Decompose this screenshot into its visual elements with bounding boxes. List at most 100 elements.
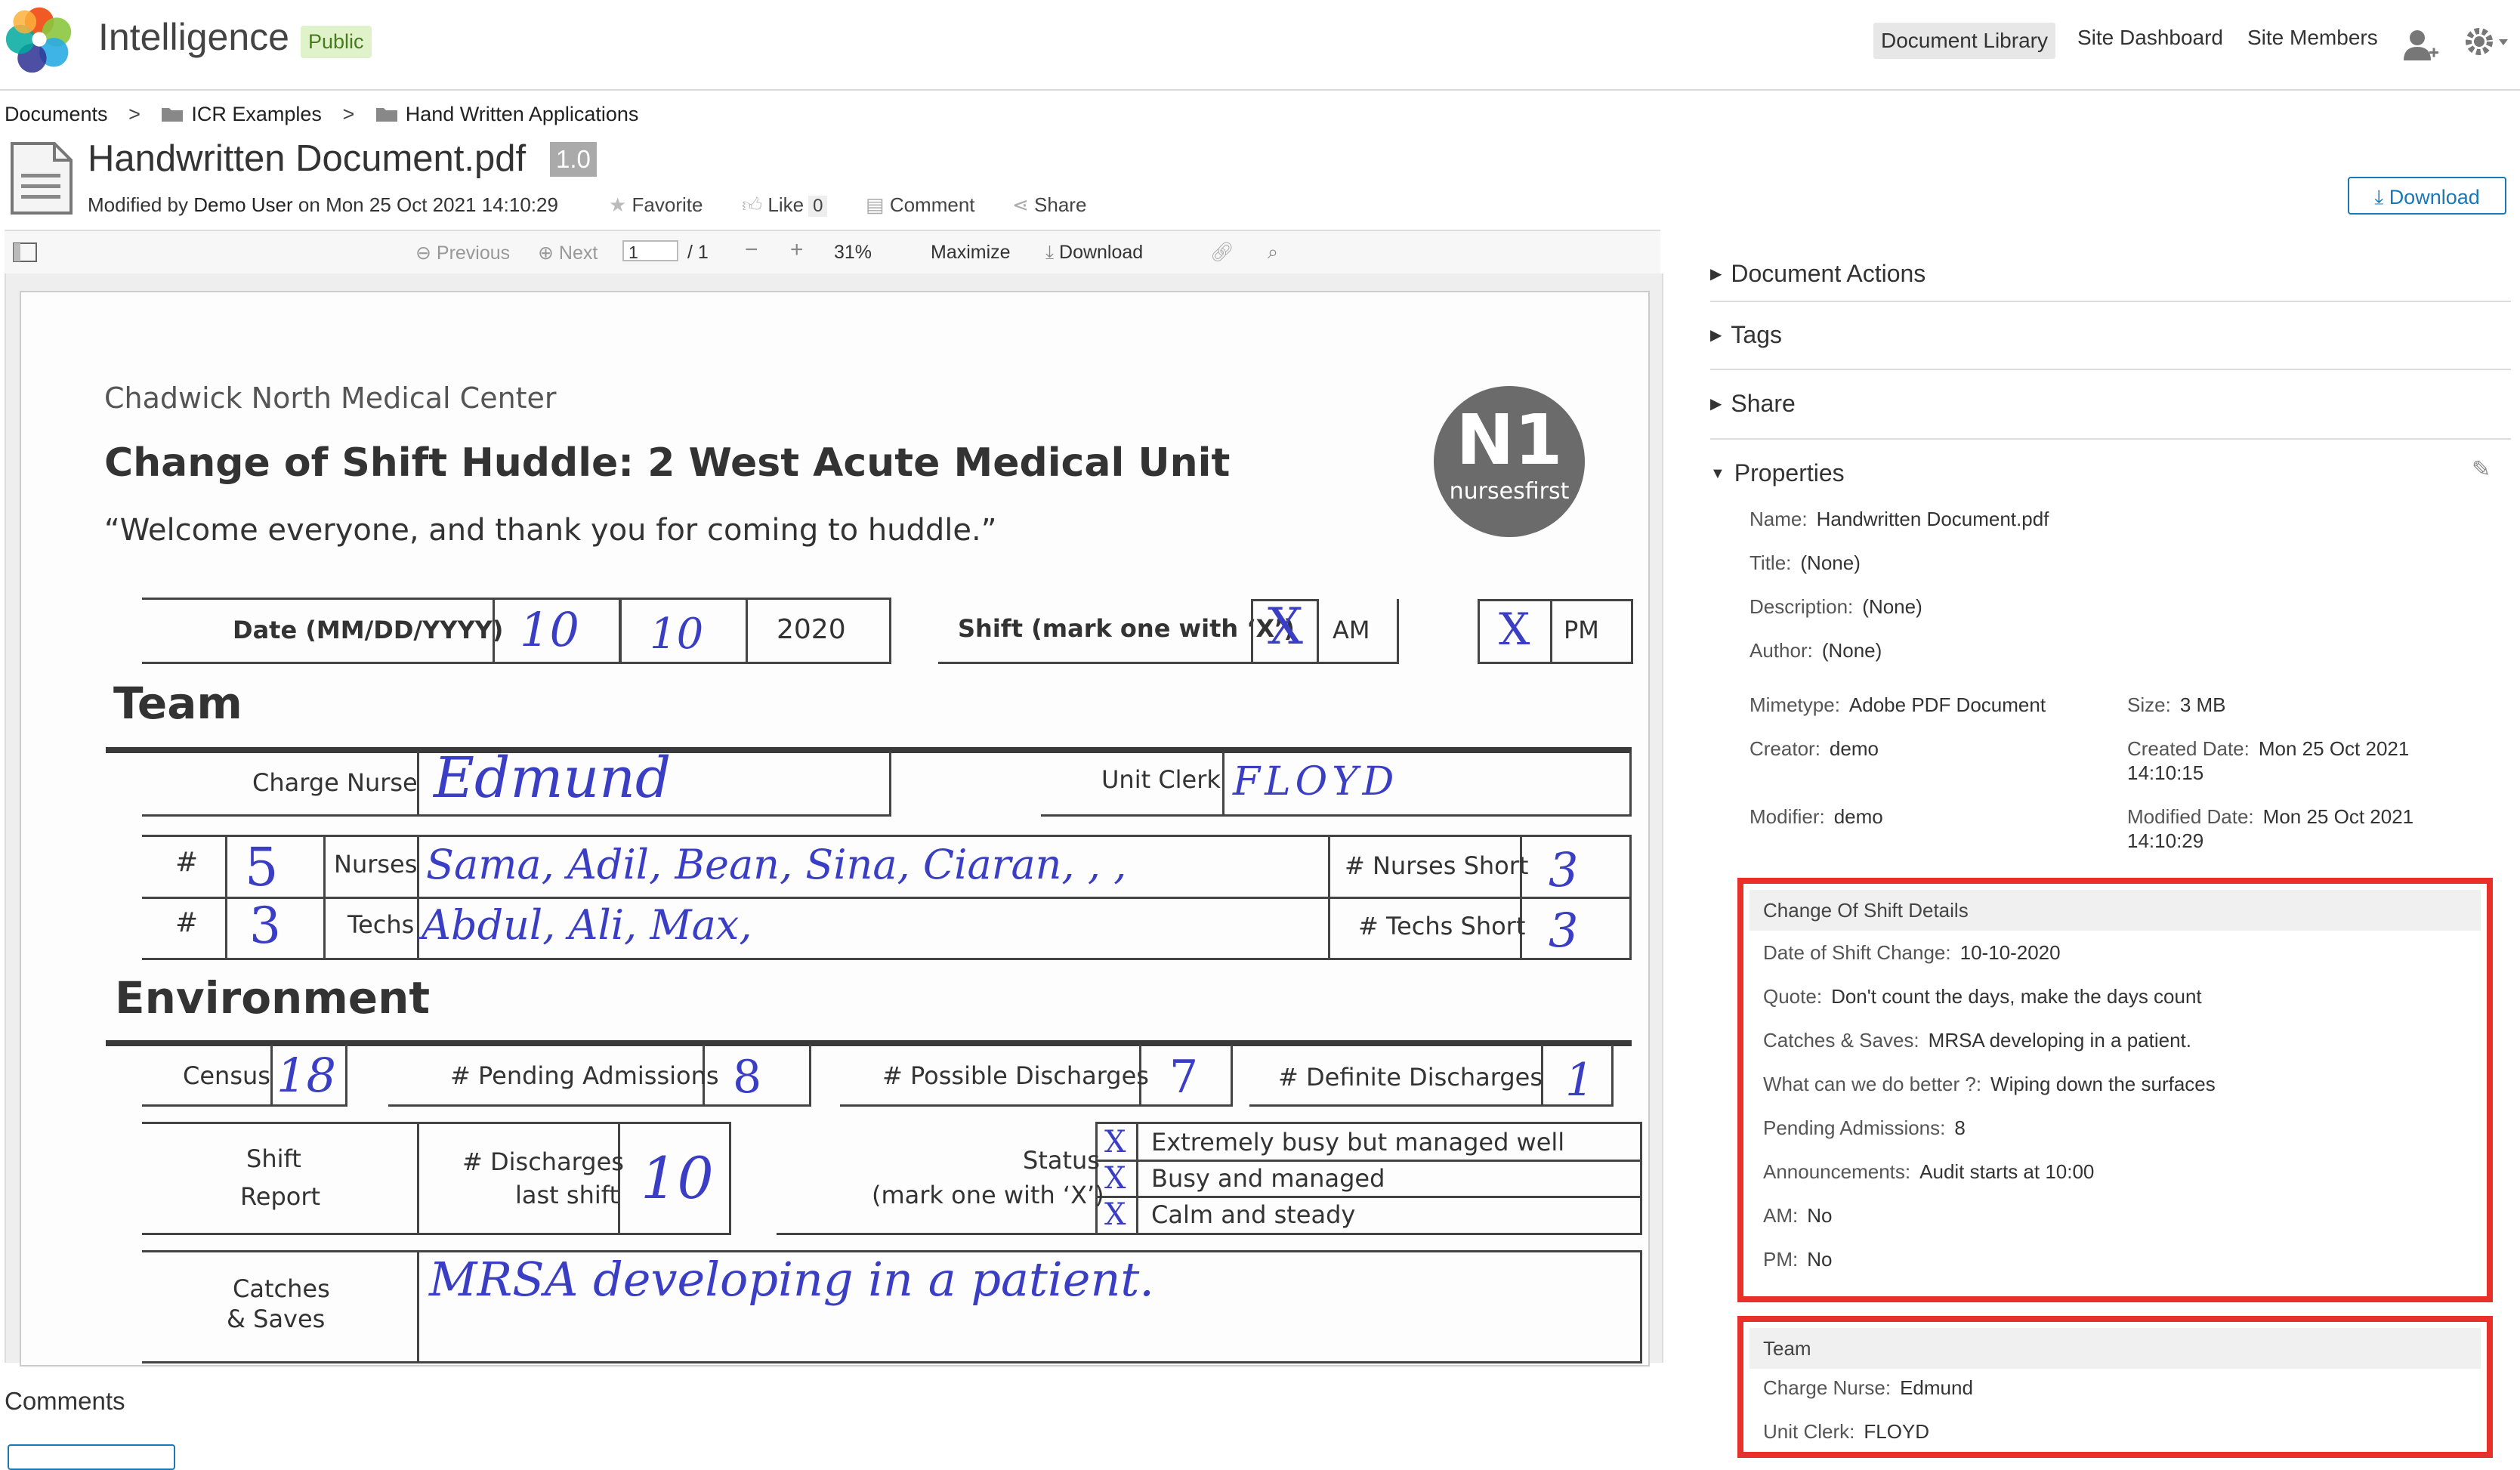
grid-col	[417, 1250, 419, 1363]
breadcrumb-hand-written-applications[interactable]: Hand Written Applications	[406, 103, 639, 125]
grid-col	[1328, 835, 1330, 960]
maximize-button[interactable]: Maximize	[931, 242, 1011, 264]
detail-label: AM:	[1763, 1204, 1799, 1227]
shift-detail-row: Pending Admissions: 8	[1763, 1116, 1966, 1140]
shift-detail-row: Catches & Saves: MRSA developing in a pat…	[1763, 1029, 2191, 1052]
shift-pm-divider	[1550, 599, 1552, 664]
property-label: Created Date:	[2127, 737, 2250, 760]
shift-detail-row: PM: No	[1763, 1248, 1832, 1271]
property-value: Mon 25 Oct 2021	[2262, 805, 2414, 828]
definite-label: # Definite Discharges	[1278, 1063, 1543, 1092]
page-total: / 1	[687, 242, 709, 263]
nav-site-dashboard[interactable]: Site Dashboard	[2077, 26, 2223, 50]
census-divider	[270, 1045, 273, 1107]
section-properties[interactable]: ▼ Properties	[1710, 438, 2511, 508]
shift-detail-row: What can we do better ?: Wiping down the …	[1763, 1073, 2216, 1096]
section-label: Share	[1731, 390, 1796, 417]
property-value: (None)	[1800, 551, 1861, 574]
grid-col	[618, 1122, 620, 1235]
nurses-names: Sama, Adil, Bean, Sina, Ciaran, , ,	[426, 841, 1127, 888]
form-heading: Change of Shift Huddle: 2 West Acute Med…	[104, 440, 1231, 486]
folder-icon	[375, 108, 397, 122]
download-button[interactable]: ⤓ Download	[2348, 177, 2506, 215]
site-title: Intelligence	[98, 16, 289, 58]
team-title: Team	[1749, 1328, 2481, 1369]
nurses-label: Nurses	[334, 850, 418, 879]
detail-label: Unit Clerk:	[1763, 1420, 1855, 1443]
property-label: Size:	[2127, 693, 2171, 716]
section-document-actions[interactable]: ▶ Document Actions	[1710, 246, 2511, 302]
census-value: 18	[276, 1048, 336, 1103]
detail-label: Catches & Saves:	[1763, 1029, 1919, 1052]
breadcrumb-documents[interactable]: Documents	[5, 103, 108, 125]
breadcrumb-icr-examples[interactable]: ICR Examples	[191, 103, 322, 125]
user-add-icon[interactable]	[2402, 27, 2440, 62]
viewer-download-button[interactable]: ⤓ Download	[1045, 242, 1143, 264]
shift-pm-mark: X	[1499, 604, 1530, 655]
edit-pencil-icon[interactable]: ✎	[2472, 456, 2491, 483]
census-label: Census	[183, 1061, 270, 1090]
detail-value: FLOYD	[1864, 1420, 1930, 1443]
section-share[interactable]: ▶ Share	[1710, 369, 2511, 440]
zoom-out-icon[interactable]: −	[745, 237, 758, 263]
search-icon[interactable]: ⌕	[1268, 242, 1278, 264]
shift-am-label: AM	[1333, 616, 1370, 644]
property-label: Title:	[1749, 551, 1792, 574]
share-icon: ⋖	[1012, 193, 1029, 216]
previous-label: Previous	[436, 242, 511, 264]
detail-label: Announcements:	[1763, 1160, 1911, 1183]
alfresco-logo[interactable]	[3, 3, 76, 76]
status-option-2: Busy and managed	[1151, 1164, 1385, 1193]
like-label: Like	[767, 193, 804, 216]
nurses-short-label: # Nurses Short	[1345, 851, 1529, 880]
previous-page-button[interactable]: ⊖ Previous	[415, 242, 510, 264]
detail-value: Don't count the days, make the days coun…	[1831, 985, 2202, 1008]
status-option-1: Extremely busy but managed well	[1151, 1128, 1565, 1157]
detail-value: MRSA developing in a patient.	[1928, 1029, 2191, 1052]
property-label: Name:	[1749, 508, 1808, 530]
app-header: Intelligence Public Document Library Sit…	[0, 0, 2520, 91]
detail-label: Charge Nurse:	[1763, 1376, 1892, 1399]
next-page-button[interactable]: ⊕ Next	[538, 242, 598, 264]
discharges-label-2: last shift	[515, 1181, 619, 1209]
property-label: Creator:	[1749, 737, 1821, 760]
team-detail-row: Unit Clerk: FLOYD	[1763, 1420, 1929, 1444]
gear-icon[interactable]	[2463, 24, 2511, 59]
viewer-download-label: Download	[1059, 242, 1144, 263]
property-description: Description: (None)	[1749, 595, 1922, 619]
discharges-value: 10	[641, 1144, 714, 1212]
unit-clerk-divider	[1222, 752, 1224, 817]
share-button[interactable]: ⋖ Share	[1012, 193, 1086, 217]
comment-button[interactable]: ▤ Comment	[866, 193, 975, 217]
expand-triangle-icon: ▶	[1710, 327, 1722, 344]
property-value: demo	[1829, 737, 1879, 760]
next-label: Next	[558, 242, 598, 264]
grid-col	[417, 835, 419, 960]
shift-detail-row: Quote: Don't count the days, make the day…	[1763, 985, 2202, 1008]
nav-document-library[interactable]: Document Library	[1873, 23, 2055, 59]
status-mark-3: X	[1104, 1197, 1126, 1232]
property-title: Title: (None)	[1749, 551, 1861, 575]
property-mimetype: Mimetype: Adobe PDF Document	[1749, 693, 2046, 717]
modified-prefix: Modified by	[88, 193, 188, 216]
modified-user-link[interactable]: Demo User	[193, 193, 292, 216]
breadcrumb-separator: >	[128, 103, 141, 125]
techs-label: Techs	[347, 910, 415, 939]
zoom-in-icon[interactable]: +	[790, 237, 804, 263]
form-organization: Chadwick North Medical Center	[104, 381, 557, 415]
nav-site-members[interactable]: Site Members	[2247, 26, 2378, 50]
detail-value: Edmund	[1900, 1376, 1973, 1399]
add-comment-button[interactable]	[8, 1444, 175, 1470]
property-modified-time: 14:10:29	[2127, 829, 2204, 852]
catches-value: MRSA developing in a patient.	[429, 1252, 1155, 1307]
like-button[interactable]: 👍︎ Like 0	[742, 193, 828, 217]
page-number-input[interactable]: 1	[622, 240, 678, 262]
link-icon[interactable]: 🔗︎	[1210, 242, 1234, 264]
shift-pm-label: PM	[1564, 616, 1599, 644]
status-mark-2: X	[1104, 1161, 1126, 1196]
favorite-button[interactable]: ★ Favorite	[609, 193, 703, 217]
section-tags[interactable]: ▶ Tags	[1710, 301, 2511, 370]
zoom-level[interactable]: 31%	[834, 242, 872, 264]
sidebar-toggle-icon[interactable]	[12, 242, 38, 263]
detail-value: Audit starts at 10:00	[1919, 1160, 2095, 1183]
